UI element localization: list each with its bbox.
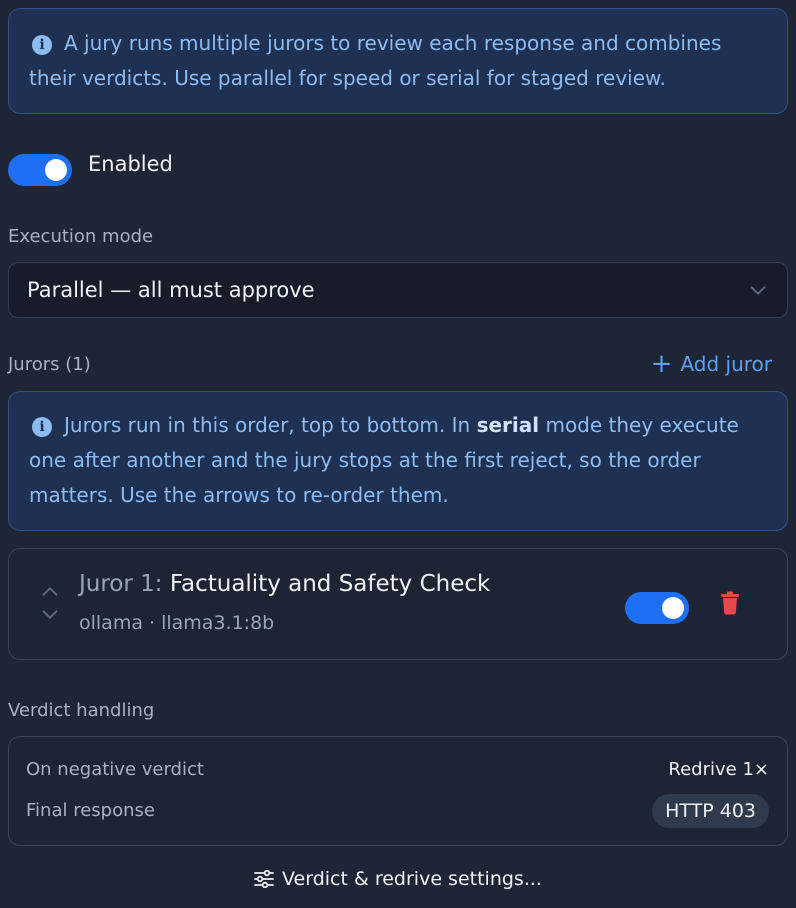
verdict-settings-label: Verdict & redrive settings...	[282, 868, 542, 890]
execution-mode-label: Execution mode	[8, 226, 154, 247]
chevron-down-icon	[750, 286, 766, 295]
info-icon: i	[32, 417, 52, 437]
juror-number: Juror 1:	[79, 571, 163, 597]
move-up-icon[interactable]	[39, 583, 61, 599]
sliders-icon	[254, 869, 274, 889]
jurors-label: Jurors (1)	[8, 354, 91, 375]
verdict-handling-label: Verdict handling	[8, 700, 155, 721]
reorder-controls	[39, 583, 63, 627]
enabled-toggle[interactable]	[8, 154, 72, 186]
juror-model: ollama · llama3.1:8b	[79, 612, 275, 634]
trash-icon[interactable]	[719, 591, 741, 615]
plus-icon: +	[650, 349, 673, 379]
negative-verdict-value: Redrive 1×	[668, 759, 769, 780]
jury-info-box: iA jury runs multiple jurors to review e…	[8, 8, 788, 114]
execution-mode-select[interactable]: Parallel — all must approve	[8, 262, 788, 318]
juror-name: Factuality and Safety Check	[169, 571, 491, 597]
toggle-knob	[45, 159, 67, 181]
juror-card: Juror 1: Factuality and Safety Check oll…	[8, 548, 788, 660]
jurors-info-box: i Jurors run in this order, top to bottom…	[8, 391, 788, 531]
enabled-label: Enabled	[88, 152, 173, 176]
jury-settings-panel: iA jury runs multiple jurors to review e…	[0, 0, 796, 908]
juror-enabled-toggle[interactable]	[625, 592, 689, 624]
juror-title: Juror 1: Factuality and Safety Check	[79, 571, 490, 597]
move-down-icon[interactable]	[39, 607, 61, 623]
final-response-label: Final response	[26, 800, 155, 821]
jurors-info-text-bold: serial	[476, 413, 540, 437]
negative-verdict-label: On negative verdict	[26, 759, 204, 780]
verdict-settings-button[interactable]: Verdict & redrive settings...	[0, 868, 796, 890]
final-response-badge: HTTP 403	[652, 794, 769, 828]
execution-mode-value: Parallel — all must approve	[27, 278, 315, 302]
info-icon: i	[32, 35, 52, 55]
jurors-info-text-before: Jurors run in this order, top to bottom.…	[64, 413, 477, 437]
add-juror-label: Add juror	[680, 352, 772, 376]
add-juror-button[interactable]: + Add juror	[650, 349, 772, 379]
jury-info-text: A jury runs multiple jurors to review ea…	[29, 31, 722, 90]
toggle-knob	[662, 597, 684, 619]
verdict-summary: On negative verdict Redrive 1× Final res…	[8, 736, 788, 846]
